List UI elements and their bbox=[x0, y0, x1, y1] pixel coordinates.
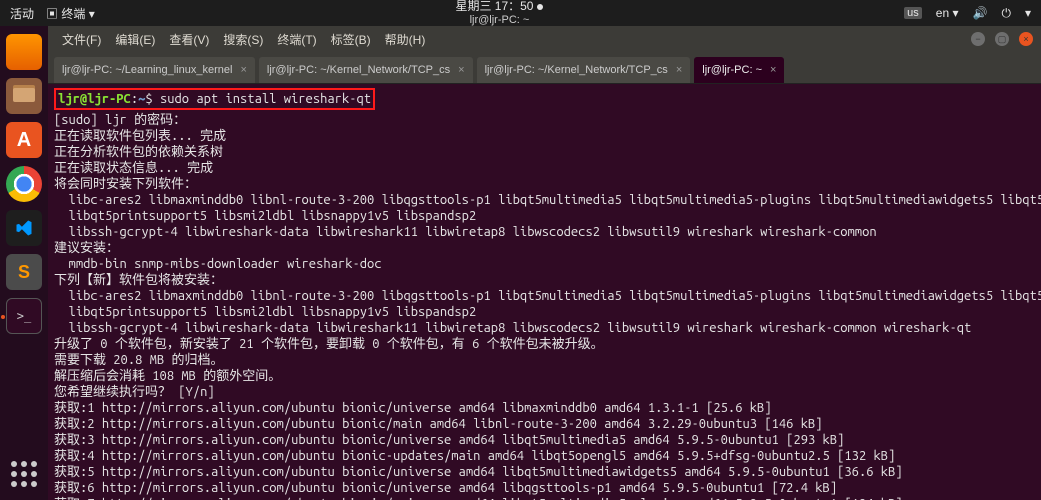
tab-3[interactable]: ljr@ljr-PC: ~/Kernel_Network/TCP_cs× bbox=[477, 57, 691, 83]
activities-button[interactable]: 活动 bbox=[10, 5, 34, 22]
close-icon[interactable]: × bbox=[676, 64, 682, 76]
dock-apps-grid[interactable] bbox=[6, 456, 42, 492]
lang-indicator[interactable]: en ▾ bbox=[936, 6, 959, 20]
dock-software[interactable]: A bbox=[6, 122, 42, 158]
close-icon[interactable]: × bbox=[458, 64, 464, 76]
command: sudo apt install wireshark-qt bbox=[160, 92, 371, 106]
dock-firefox[interactable] bbox=[6, 34, 42, 70]
highlight-box: ljr@ljr-PC:~$ sudo apt install wireshark… bbox=[54, 88, 375, 110]
menu-help[interactable]: 帮助(H) bbox=[379, 29, 432, 50]
window-close[interactable]: × bbox=[1019, 32, 1033, 46]
active-indicator bbox=[1, 315, 5, 319]
ime-indicator[interactable]: us bbox=[904, 7, 922, 19]
volume-icon[interactable]: 🔊 bbox=[973, 6, 988, 20]
terminal-content[interactable]: ljr@ljr-PC:~$ sudo apt install wireshark… bbox=[48, 84, 1041, 500]
close-icon[interactable]: × bbox=[770, 64, 776, 76]
prompt-user-host: ljr@ljr-PC bbox=[58, 92, 131, 106]
window-title: ljr@ljr-PC: ~ bbox=[470, 14, 530, 26]
gnome-topbar: 活动 ▣ 终端 ▾ 星期三 17：50 ljr@ljr-PC: ~ us en … bbox=[0, 0, 1041, 26]
menu-terminal[interactable]: 终端(T) bbox=[271, 29, 322, 50]
dock-files[interactable] bbox=[6, 78, 42, 114]
system-menu-dropdown[interactable]: ▾ bbox=[1025, 6, 1031, 20]
dock-terminal[interactable] bbox=[6, 298, 42, 334]
dock-vscode[interactable] bbox=[6, 210, 42, 246]
power-icon[interactable]: ⏻ bbox=[1001, 6, 1011, 21]
menubar: 文件(F) 编辑(E) 查看(V) 搜索(S) 终端(T) 标签(B) 帮助(H… bbox=[48, 26, 1041, 52]
menu-edit[interactable]: 编辑(E) bbox=[109, 29, 161, 50]
tabbar: ljr@ljr-PC: ~/Learning_linux_kernel× ljr… bbox=[48, 52, 1041, 84]
notification-dot bbox=[537, 4, 543, 10]
tab-2[interactable]: ljr@ljr-PC: ~/Kernel_Network/TCP_cs× bbox=[259, 57, 473, 83]
terminal-output: [sudo] ljr 的密码： 正在读取软件包列表... 完成 正在分析软件包的… bbox=[54, 113, 1041, 500]
dock: A bbox=[0, 26, 48, 500]
tab-4-active[interactable]: ljr@ljr-PC: ~× bbox=[694, 57, 784, 83]
window-maximize[interactable]: ▢ bbox=[995, 32, 1009, 46]
terminal-window: 文件(F) 编辑(E) 查看(V) 搜索(S) 终端(T) 标签(B) 帮助(H… bbox=[48, 26, 1041, 500]
window-minimize[interactable]: − bbox=[971, 32, 985, 46]
dock-chrome[interactable] bbox=[6, 166, 42, 202]
close-icon[interactable]: × bbox=[240, 64, 246, 76]
dock-sublime[interactable] bbox=[6, 254, 42, 290]
app-indicator[interactable]: ▣ 终端 ▾ bbox=[46, 5, 95, 22]
menu-file[interactable]: 文件(F) bbox=[56, 29, 107, 50]
menu-tabs[interactable]: 标签(B) bbox=[325, 29, 377, 50]
clock[interactable]: 星期三 17：50 bbox=[455, 0, 533, 13]
menu-view[interactable]: 查看(V) bbox=[163, 29, 215, 50]
menu-search[interactable]: 搜索(S) bbox=[217, 29, 269, 50]
tab-1[interactable]: ljr@ljr-PC: ~/Learning_linux_kernel× bbox=[54, 57, 255, 83]
